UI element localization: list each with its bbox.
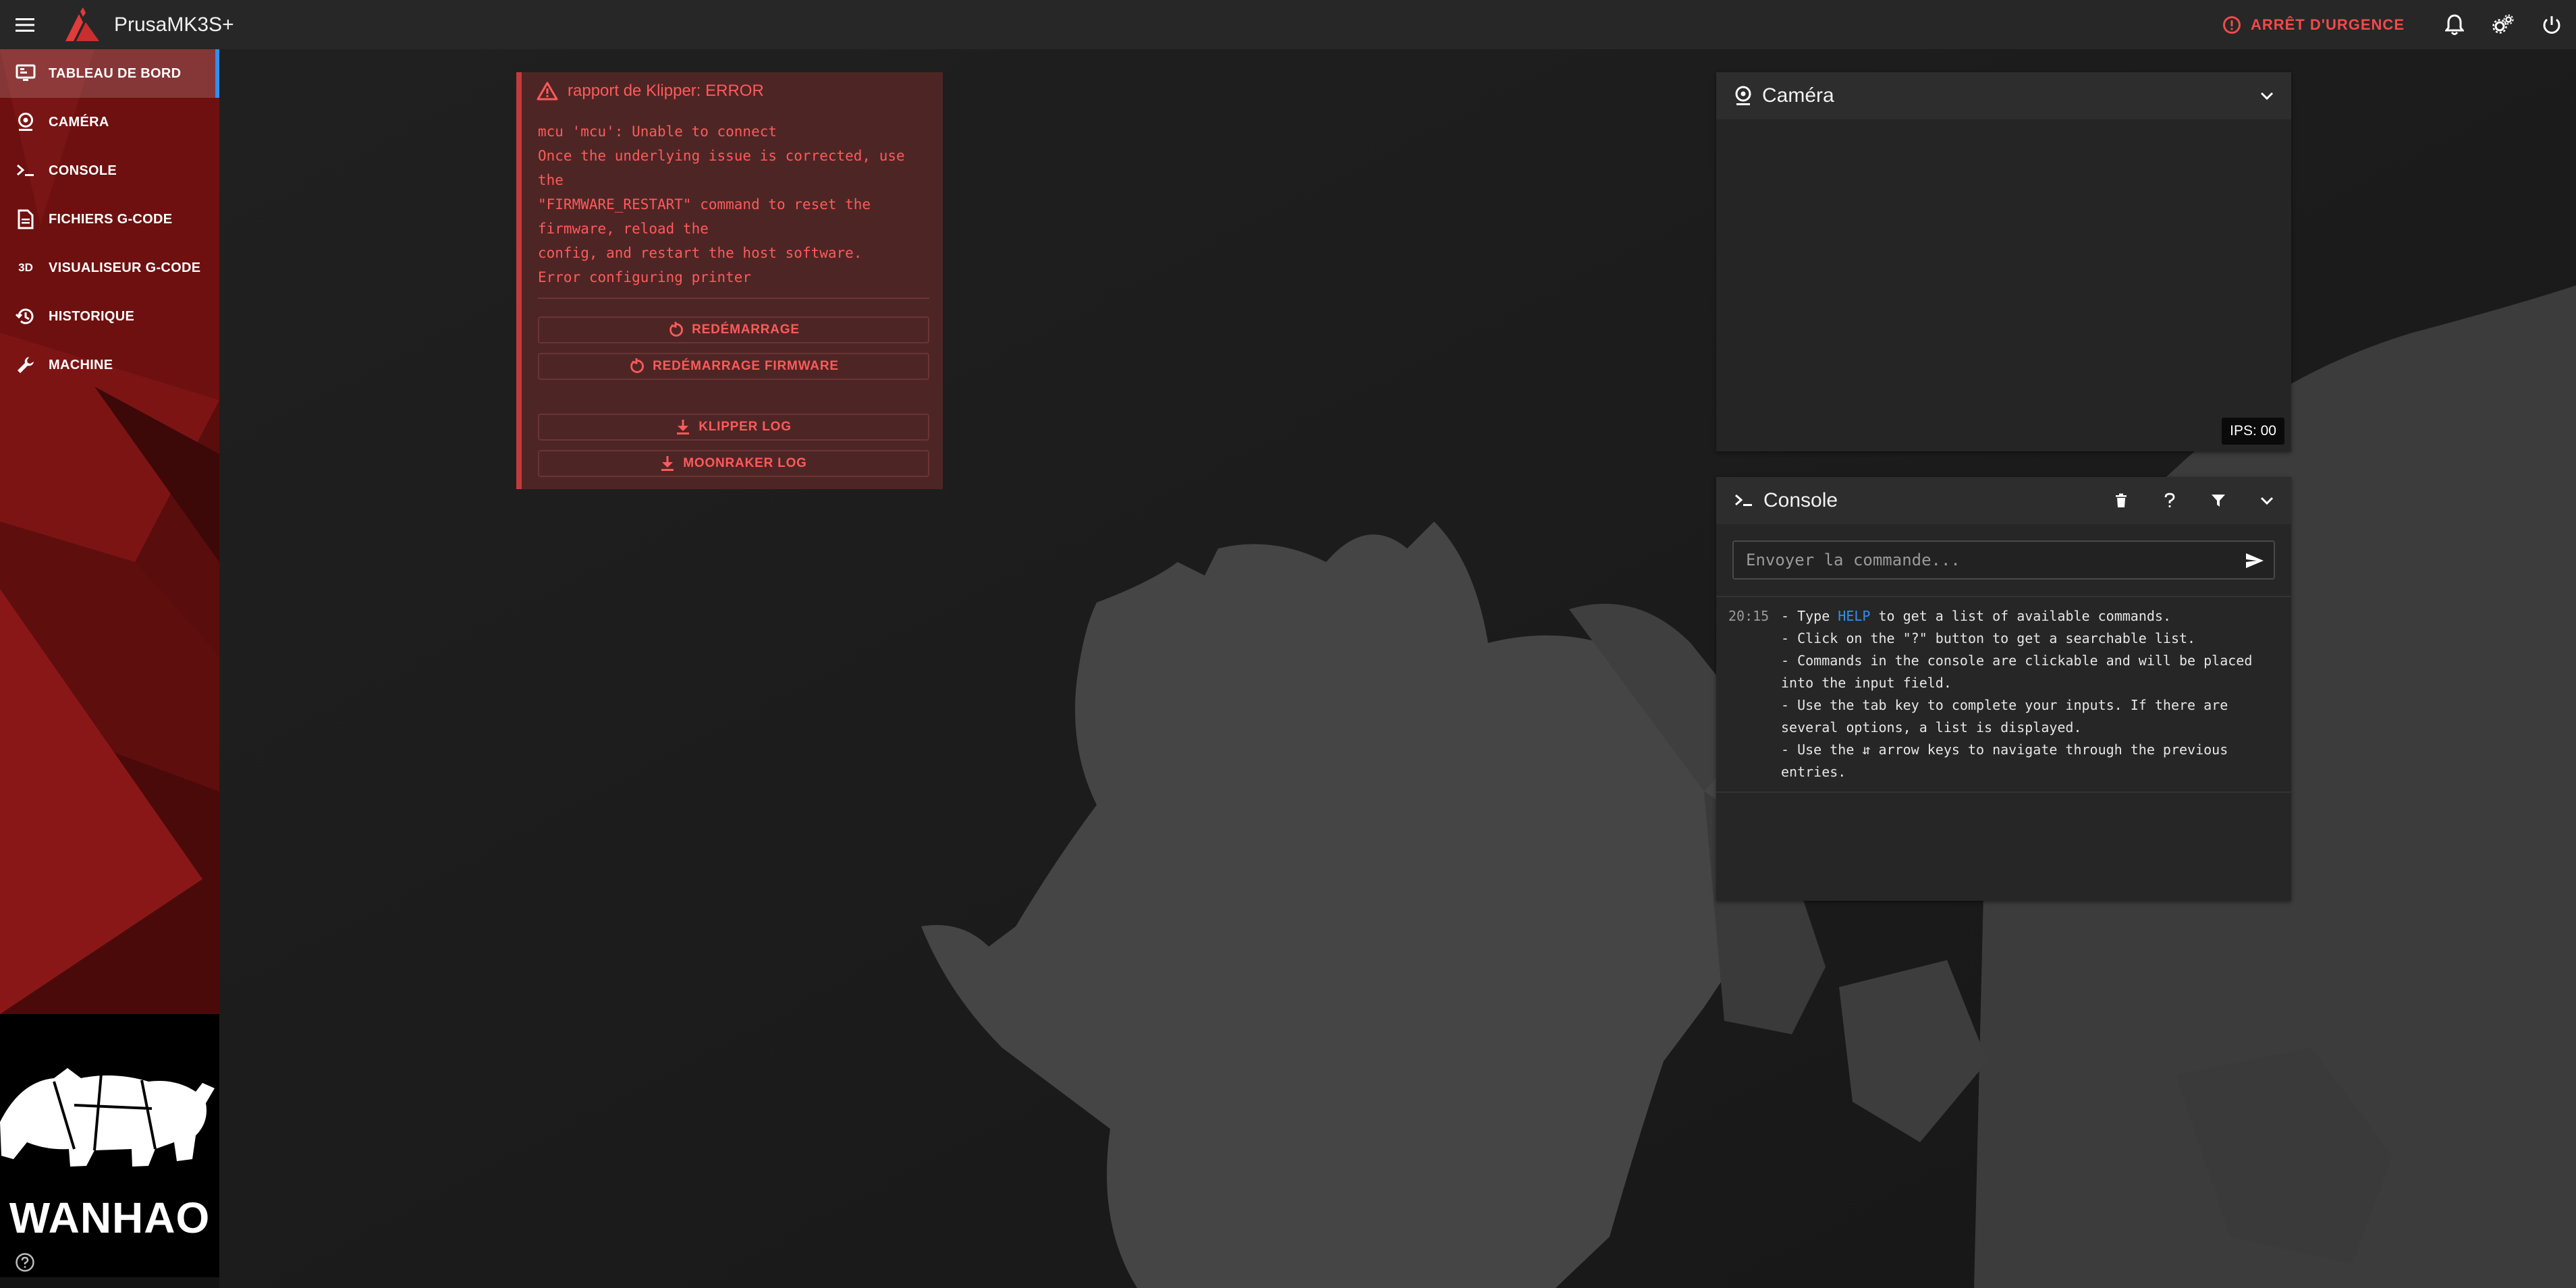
- restart-icon: [669, 322, 684, 337]
- restart-button[interactable]: REDÉMARRAGE: [538, 316, 929, 343]
- moonraker-log-label: MOONRAKER LOG: [683, 456, 807, 470]
- trash-icon[interactable]: [2097, 477, 2145, 524]
- sidebar-item-label: VISUALISEUR G-CODE: [49, 260, 201, 275]
- settings-cogs-icon[interactable]: [2479, 0, 2527, 49]
- camera-panel-title: Caméra: [1762, 84, 1834, 107]
- sidebar-item-dashboard[interactable]: TABLEAU DE BORD: [0, 49, 219, 98]
- sidebar-item-gcode-files[interactable]: FICHIERS G-CODE: [0, 195, 219, 244]
- restart-label: REDÉMARRAGE: [692, 323, 800, 337]
- klipper-log-button[interactable]: KLIPPER LOG: [538, 414, 929, 441]
- sidebar-item-label: CONSOLE: [49, 163, 117, 178]
- alert-circle-icon: [2222, 16, 2241, 34]
- help-circle-icon[interactable]: [15, 1252, 35, 1276]
- error-message: mcu 'mcu': Unable to connect Once the un…: [538, 123, 905, 285]
- firmware-restart-label: REDÉMARRAGE FIRMWARE: [653, 359, 839, 373]
- file-document-icon: [15, 208, 36, 230]
- divider: [1716, 791, 2291, 793]
- printer-name: PrusaMK3S+: [114, 13, 234, 36]
- download-icon: [661, 456, 674, 471]
- console-icon: [15, 160, 36, 181]
- sidebar-item-gcode-viewer[interactable]: 3D VISUALISEUR G-CODE: [0, 244, 219, 292]
- webcam-icon: [15, 111, 36, 133]
- history-icon: [15, 306, 36, 327]
- sidebar-item-label: FICHIERS G-CODE: [49, 211, 173, 227]
- help-question-icon[interactable]: [2145, 477, 2194, 524]
- console-line: - Commands in the console are clickable …: [1781, 652, 2253, 691]
- menu-icon[interactable]: [0, 0, 49, 49]
- rhino-logo-icon: [0, 1068, 215, 1167]
- console-text: - Type: [1781, 608, 1838, 624]
- power-icon[interactable]: [2527, 0, 2576, 49]
- command-input[interactable]: [1734, 542, 2233, 578]
- notifications-bell-icon[interactable]: [2430, 0, 2479, 49]
- console-icon: [1734, 493, 1754, 509]
- camera-panel: Caméra IPS: 00: [1716, 72, 2291, 451]
- send-icon[interactable]: [2241, 547, 2268, 574]
- alert-triangle-icon: [537, 82, 558, 101]
- fps-badge: IPS: 00: [2222, 418, 2284, 445]
- filter-icon[interactable]: [2194, 477, 2243, 524]
- sidebar-item-label: CAMÉRA: [49, 114, 109, 130]
- wrench-icon: [15, 354, 36, 376]
- sidebar-item-label: HISTORIQUE: [49, 308, 135, 324]
- emergency-stop-label: ARRÊT D'URGENCE: [2250, 16, 2405, 33]
- console-line: - Use the ⇵ arrow keys to navigate throu…: [1781, 741, 2228, 780]
- restart-icon: [630, 358, 645, 373]
- monitor-dashboard-icon: [15, 63, 36, 84]
- console-entry: 20:15 - Type HELP to get a list of avail…: [1716, 605, 2291, 787]
- webcam-icon: [1734, 85, 1753, 107]
- sidebar-item-machine[interactable]: MACHINE: [0, 341, 219, 389]
- console-line: - Use the tab key to complete your input…: [1781, 697, 2228, 735]
- camera-stream: IPS: 00: [1716, 119, 2291, 451]
- app-bar: PrusaMK3S+ ARRÊT D'URGENCE: [0, 0, 2576, 49]
- chevron-down-icon[interactable]: [2243, 72, 2291, 119]
- klipper-error-card: rapport de Klipper: ERROR mcu 'mcu': Una…: [516, 72, 943, 489]
- camera-panel-header[interactable]: Caméra: [1716, 72, 2291, 119]
- brand-logo: WANHAO: [0, 1014, 219, 1277]
- help-command-link[interactable]: HELP: [1838, 608, 1870, 624]
- console-panel-title: Console: [1763, 489, 1838, 511]
- error-card-header: rapport de Klipper: ERROR: [537, 82, 764, 101]
- prusa-logo-icon: [65, 7, 99, 41]
- console-panel-header[interactable]: Console: [1716, 477, 2291, 524]
- console-panel: Console 20:15 - Type HELP to get a list …: [1716, 477, 2291, 901]
- console-timestamp: 20:15: [1728, 608, 1770, 624]
- sidebar-nav: TABLEAU DE BORD CAMÉRA CONSOLE FICHIERS …: [0, 49, 219, 389]
- firmware-restart-button[interactable]: REDÉMARRAGE FIRMWARE: [538, 353, 929, 380]
- sidebar-item-label: TABLEAU DE BORD: [49, 65, 182, 81]
- 3d-icon: 3D: [18, 261, 33, 274]
- console-line: - Type HELP to get a list of available c…: [1781, 605, 2280, 627]
- divider: [538, 298, 929, 299]
- sidebar-item-console[interactable]: CONSOLE: [0, 146, 219, 195]
- command-input-wrapper: [1732, 540, 2275, 580]
- console-line: - Click on the "?" button to get a searc…: [1781, 630, 2196, 646]
- console-message: - Type HELP to get a list of available c…: [1781, 605, 2280, 783]
- sidebar-item-history[interactable]: HISTORIQUE: [0, 292, 219, 341]
- sidebar: TABLEAU DE BORD CAMÉRA CONSOLE FICHIERS …: [0, 49, 219, 1288]
- error-card-title: rapport de Klipper: ERROR: [568, 82, 764, 100]
- sidebar-item-camera[interactable]: CAMÉRA: [0, 98, 219, 146]
- emergency-stop-button[interactable]: ARRÊT D'URGENCE: [2222, 16, 2405, 34]
- divider: [1716, 596, 2291, 597]
- klipper-log-label: KLIPPER LOG: [698, 420, 792, 434]
- console-text: to get a list of available commands.: [1870, 608, 2172, 624]
- chevron-down-icon[interactable]: [2243, 477, 2291, 524]
- sidebar-item-label: MACHINE: [49, 357, 113, 372]
- moonraker-log-button[interactable]: MOONRAKER LOG: [538, 450, 929, 477]
- brand-wordmark: WANHAO: [9, 1194, 211, 1242]
- download-icon: [677, 420, 690, 435]
